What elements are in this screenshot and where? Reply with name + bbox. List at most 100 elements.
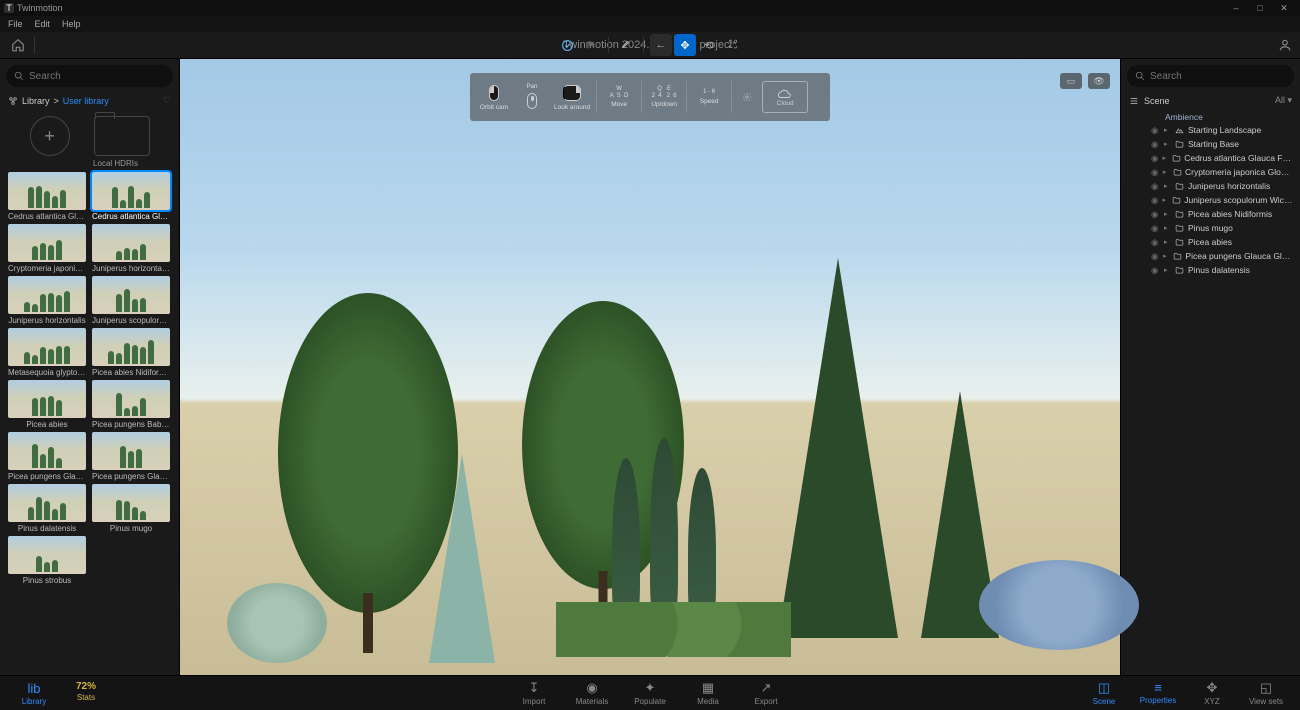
chevron-icon[interactable]: ▸ xyxy=(1164,266,1172,274)
footer-media-button[interactable]: ▦Media xyxy=(686,680,730,706)
chevron-icon[interactable]: ▸ xyxy=(1162,196,1169,204)
visibility-icon[interactable]: ◉ xyxy=(1151,265,1161,276)
library-thumbnail[interactable]: Juniperus horizontalis xyxy=(8,276,86,325)
footer-materials-button[interactable]: ◉Materials xyxy=(570,680,614,706)
visibility-icon[interactable]: ◉ xyxy=(1151,251,1160,262)
scene-node[interactable]: ◉▸Picea pungens Glauca Globosa xyxy=(1121,249,1300,263)
visibility-icon[interactable]: ◉ xyxy=(1151,195,1159,206)
library-thumbnail[interactable]: Juniperus scopulorum… xyxy=(92,276,170,325)
library-thumbnail[interactable]: Pinus strobus xyxy=(8,536,86,585)
library-search[interactable] xyxy=(6,65,173,87)
visibility-icon[interactable]: ◉ xyxy=(1151,237,1161,248)
library-thumbnail[interactable]: Picea pungens Baby Bl… xyxy=(92,380,170,429)
menu-help[interactable]: Help xyxy=(62,19,81,29)
footer-populate-button[interactable]: ✦Populate xyxy=(628,680,672,706)
library-icon xyxy=(8,96,18,106)
filter-all[interactable]: All ▾ xyxy=(1275,95,1292,106)
move-tool-icon[interactable]: ✥ xyxy=(674,34,696,56)
scene-node[interactable]: Ambience xyxy=(1121,110,1300,123)
scene-search-input[interactable] xyxy=(1150,71,1286,82)
viewport[interactable]: Orbit cam Pan Look around W A S D Move Q… xyxy=(180,59,1120,675)
favorite-icon[interactable]: ♡ xyxy=(163,95,171,106)
chevron-icon[interactable]: ▸ xyxy=(1164,126,1172,134)
chevron-icon[interactable]: ▸ xyxy=(1164,224,1172,232)
minimize-button[interactable]: – xyxy=(1224,1,1248,15)
info-icon[interactable]: ▭ xyxy=(1060,73,1082,89)
validate-icon[interactable] xyxy=(556,34,578,56)
back-icon[interactable]: ← xyxy=(650,34,672,56)
library-thumbnail[interactable]: Picea pungens Glauca… xyxy=(8,432,86,481)
pan-label: Pan xyxy=(527,84,538,90)
menu-file[interactable]: File xyxy=(8,19,23,29)
scene-node[interactable]: ◉▸Juniperus scopulorum Wichita B… xyxy=(1121,193,1300,207)
library-thumbnail[interactable]: Cryptomeria japonica… xyxy=(8,224,86,273)
scene-node[interactable]: ◉▸Pinus dalatensis xyxy=(1121,263,1300,277)
plus-icon: + xyxy=(30,116,70,156)
flag-icon[interactable]: ⚑ xyxy=(580,34,602,56)
breadcrumb-current[interactable]: User library xyxy=(63,96,109,106)
thumbnail-label: Pinus dalatensis xyxy=(8,524,86,533)
library-thumbnail[interactable]: Picea pungens Glauca… xyxy=(92,432,170,481)
visibility-icon[interactable]: ◉ xyxy=(1151,139,1161,150)
eyedropper-icon[interactable] xyxy=(615,34,637,56)
visibility-icon[interactable]: ◉ xyxy=(1151,153,1159,164)
cloud-button[interactable]: Cloud xyxy=(762,81,808,113)
footer-label: Stats xyxy=(77,693,95,702)
visibility-icon[interactable]: ◉ xyxy=(1151,181,1161,192)
chevron-icon[interactable]: ▸ xyxy=(1163,252,1170,260)
scene-node[interactable]: ◉▸Starting Landscape xyxy=(1121,123,1300,137)
scene-node[interactable]: ◉▸Juniperus horizontalis xyxy=(1121,179,1300,193)
footer-stats-button[interactable]: 72%Stats xyxy=(64,681,108,706)
close-button[interactable]: ✕ xyxy=(1272,1,1296,15)
footer-xyz-button[interactable]: ✥XYZ xyxy=(1190,680,1234,706)
chevron-icon[interactable]: ▸ xyxy=(1162,154,1169,162)
scene-node[interactable]: ◉▸Cryptomeria japonica Globosa… xyxy=(1121,165,1300,179)
scene-node[interactable]: ◉▸Starting Base xyxy=(1121,137,1300,151)
settings-icon[interactable] xyxy=(738,92,756,102)
footer-export-button[interactable]: ↗Export xyxy=(744,680,788,706)
scene-panel: Scene All ▾ Ambience◉▸Starting Landscape… xyxy=(1120,59,1300,675)
chevron-icon[interactable]: ▸ xyxy=(1164,210,1172,218)
scene-search[interactable] xyxy=(1127,65,1294,87)
visibility-icon[interactable]: 👁 xyxy=(1088,73,1110,89)
visibility-icon[interactable]: ◉ xyxy=(1151,209,1161,220)
library-thumbnail[interactable]: Pinus mugo xyxy=(92,484,170,533)
library-thumbnail[interactable]: Cedrus atlantica Glauc… xyxy=(8,172,86,221)
xyz-icon: ✥ xyxy=(1207,680,1218,696)
user-icon[interactable] xyxy=(1278,38,1292,52)
library-search-input[interactable] xyxy=(29,71,165,82)
visibility-icon[interactable]: ◉ xyxy=(1151,223,1161,234)
library-thumbnail[interactable]: Pinus dalatensis xyxy=(8,484,86,533)
library-thumbnail[interactable]: Cedrus atlantica Glauc… xyxy=(92,172,170,221)
footer-scene-button[interactable]: ◫Scene xyxy=(1082,680,1126,706)
footer-label: Import xyxy=(523,697,546,706)
cloud-icon xyxy=(777,88,793,99)
footer-view sets-button[interactable]: ◱View sets xyxy=(1244,680,1288,706)
library-thumbnail[interactable]: Juniperus horizontalis… xyxy=(92,224,170,273)
scene-node[interactable]: ◉▸Picea abies xyxy=(1121,235,1300,249)
menu-edit[interactable]: Edit xyxy=(35,19,51,29)
expand-icon[interactable]: ⛶ xyxy=(722,34,744,56)
chevron-icon[interactable]: ▸ xyxy=(1164,182,1172,190)
chevron-icon[interactable]: ▸ xyxy=(1163,168,1170,176)
scene-node[interactable]: ◉▸Pinus mugo xyxy=(1121,221,1300,235)
visibility-icon[interactable]: ◉ xyxy=(1151,125,1161,136)
home-button[interactable] xyxy=(8,35,28,55)
footer-import-button[interactable]: ↧Import xyxy=(512,680,556,706)
library-thumbnail[interactable]: Metasequoia glyptostro… xyxy=(8,328,86,377)
chevron-icon[interactable]: ▸ xyxy=(1164,140,1172,148)
scene-node[interactable]: ◉▸Picea abies Nidiformis xyxy=(1121,207,1300,221)
breadcrumb-root[interactable]: Library xyxy=(22,96,50,106)
chevron-icon[interactable]: ▸ xyxy=(1164,238,1172,246)
footer-library-button[interactable]: libLibrary xyxy=(12,681,56,706)
visibility-icon[interactable]: ◉ xyxy=(1151,167,1160,178)
library-thumbnail[interactable]: Picea abies xyxy=(8,380,86,429)
maximize-button[interactable]: □ xyxy=(1248,1,1272,15)
library-thumbnail[interactable]: Picea abies Nidiformis xyxy=(92,328,170,377)
footer-properties-button[interactable]: ≡Properties xyxy=(1136,680,1180,706)
scene-node[interactable]: ◉▸Cedrus atlantica Glauca Fastigiata xyxy=(1121,151,1300,165)
local-hdris-folder[interactable]: Local HDRIs xyxy=(82,116,150,168)
add-button[interactable]: + xyxy=(30,116,70,168)
refresh-icon[interactable]: ⟲ xyxy=(698,34,720,56)
pan-control: Pan xyxy=(516,84,548,110)
